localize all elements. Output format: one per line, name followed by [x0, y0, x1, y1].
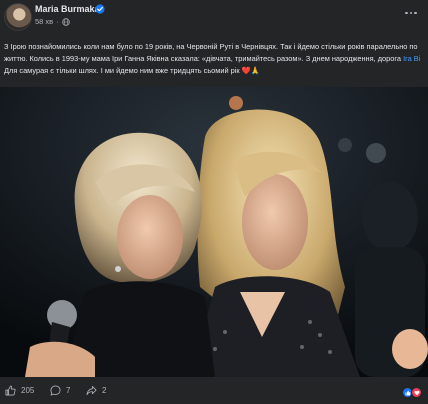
share-arrow-icon [86, 385, 97, 396]
comment-bubble-icon [50, 385, 61, 396]
like-button[interactable]: 205 [5, 385, 34, 396]
meta-separator: · [56, 17, 59, 26]
share-count: 2 [102, 386, 107, 395]
verified-badge-icon [95, 4, 105, 14]
photo-illustration [0, 87, 428, 377]
more-options-icon [405, 11, 408, 15]
globe-icon [61, 17, 70, 26]
like-thumb-icon [5, 385, 16, 396]
post-text: З Ірою познайомились коли нам було по 19… [4, 41, 422, 78]
post-text-part1: З Ірою познайомились коли нам було по 19… [4, 42, 418, 64]
like-count: 205 [21, 386, 35, 395]
love-reaction-icon [411, 387, 422, 398]
comment-button[interactable]: 7 [50, 385, 70, 396]
post-timestamp[interactable]: 58 хв [35, 17, 53, 26]
author-avatar[interactable] [4, 3, 32, 31]
post-photo[interactable] [0, 87, 428, 377]
post-header: Maria Burmaka 58 хв · [0, 0, 428, 32]
post-text-part2: Для самурая є тільки шлях. І ми йдемо ни… [4, 66, 242, 76]
share-button[interactable]: 2 [86, 385, 106, 396]
comment-count: 7 [66, 386, 71, 395]
heart-pray-emoji: ❤️🙏 [241, 66, 261, 76]
post-meta: 58 хв · [35, 17, 70, 26]
more-options-button[interactable] [402, 6, 420, 20]
author-name[interactable]: Maria Burmaka [35, 4, 100, 14]
engagement-bar: 205 7 2 [0, 378, 428, 404]
mention-link[interactable]: Ira Bi [403, 54, 420, 63]
reaction-icons[interactable] [402, 387, 422, 398]
